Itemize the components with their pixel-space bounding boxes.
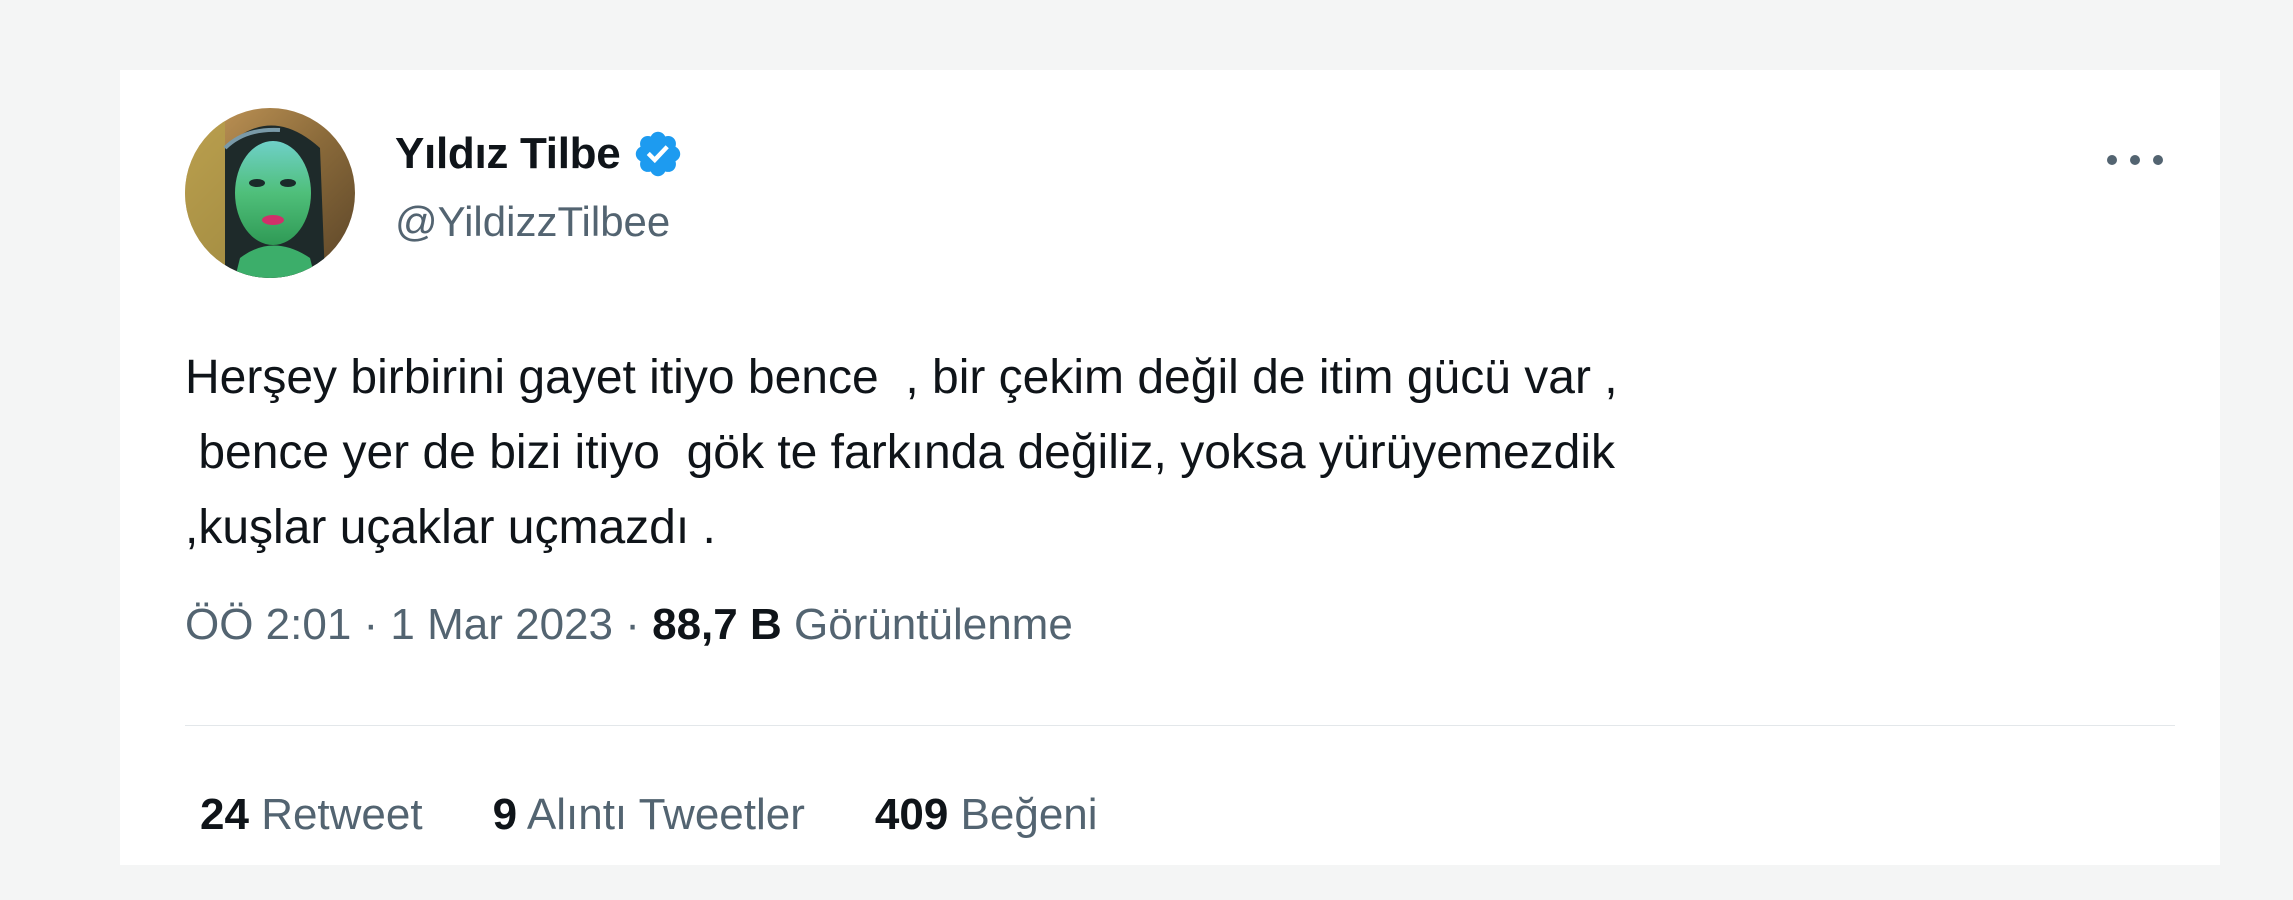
more-dot	[2153, 155, 2163, 165]
tweet-date[interactable]: 1 Mar 2023	[390, 600, 613, 649]
retweets-label: Retweet	[261, 790, 423, 839]
views-count: 88,7 B	[652, 600, 782, 649]
views-label: Görüntülenme	[793, 600, 1073, 649]
meta-separator: ·	[613, 600, 653, 649]
quotes-count: 9	[492, 790, 518, 839]
verified-badge-icon	[632, 128, 684, 180]
tweet-text-line: ,kuşlar uçaklar uçmazdı .	[185, 501, 716, 554]
tweet-text-line: Herşey birbirini gayet itiyo bence , bir…	[185, 351, 1618, 404]
quotes-label: Alıntı Tweetler	[526, 790, 805, 839]
tweet-text-line: bence yer de bizi itiyo gök te farkında …	[185, 426, 1616, 479]
tweet-text: Herşey birbirini gayet itiyo bence , bir…	[185, 340, 2135, 565]
divider	[185, 725, 2175, 726]
likes-label: Beğeni	[960, 790, 1098, 839]
more-dot	[2107, 155, 2117, 165]
avatar-image	[185, 108, 355, 278]
tweet-meta: ÖÖ 2:01 · 1 Mar 2023 · 88,7 B Görüntülen…	[185, 600, 1073, 650]
likes-stat[interactable]: 409 Beğeni	[875, 790, 1098, 840]
more-options-icon[interactable]	[2095, 140, 2175, 180]
tweet-time[interactable]: ÖÖ 2:01	[185, 600, 351, 649]
quotes-stat[interactable]: 9 Alıntı Tweetler	[493, 790, 805, 840]
author-display-name[interactable]: Yıldız Tilbe	[395, 129, 621, 179]
tweet-card: Yıldız Tilbe @YildizzTilbee Herşey birbi…	[120, 70, 2220, 865]
tweet-stats: 24 Retweet 9 Alıntı Tweetler 409 Beğeni	[200, 790, 1168, 840]
likes-count: 409	[874, 790, 949, 839]
meta-separator: ·	[351, 600, 391, 649]
author-handle[interactable]: @YildizzTilbee	[395, 198, 670, 246]
retweets-count: 24	[200, 790, 249, 839]
more-dot	[2130, 155, 2140, 165]
avatar[interactable]	[185, 108, 355, 278]
retweets-stat[interactable]: 24 Retweet	[200, 790, 423, 840]
author-name-row: Yıldız Tilbe	[395, 128, 684, 180]
